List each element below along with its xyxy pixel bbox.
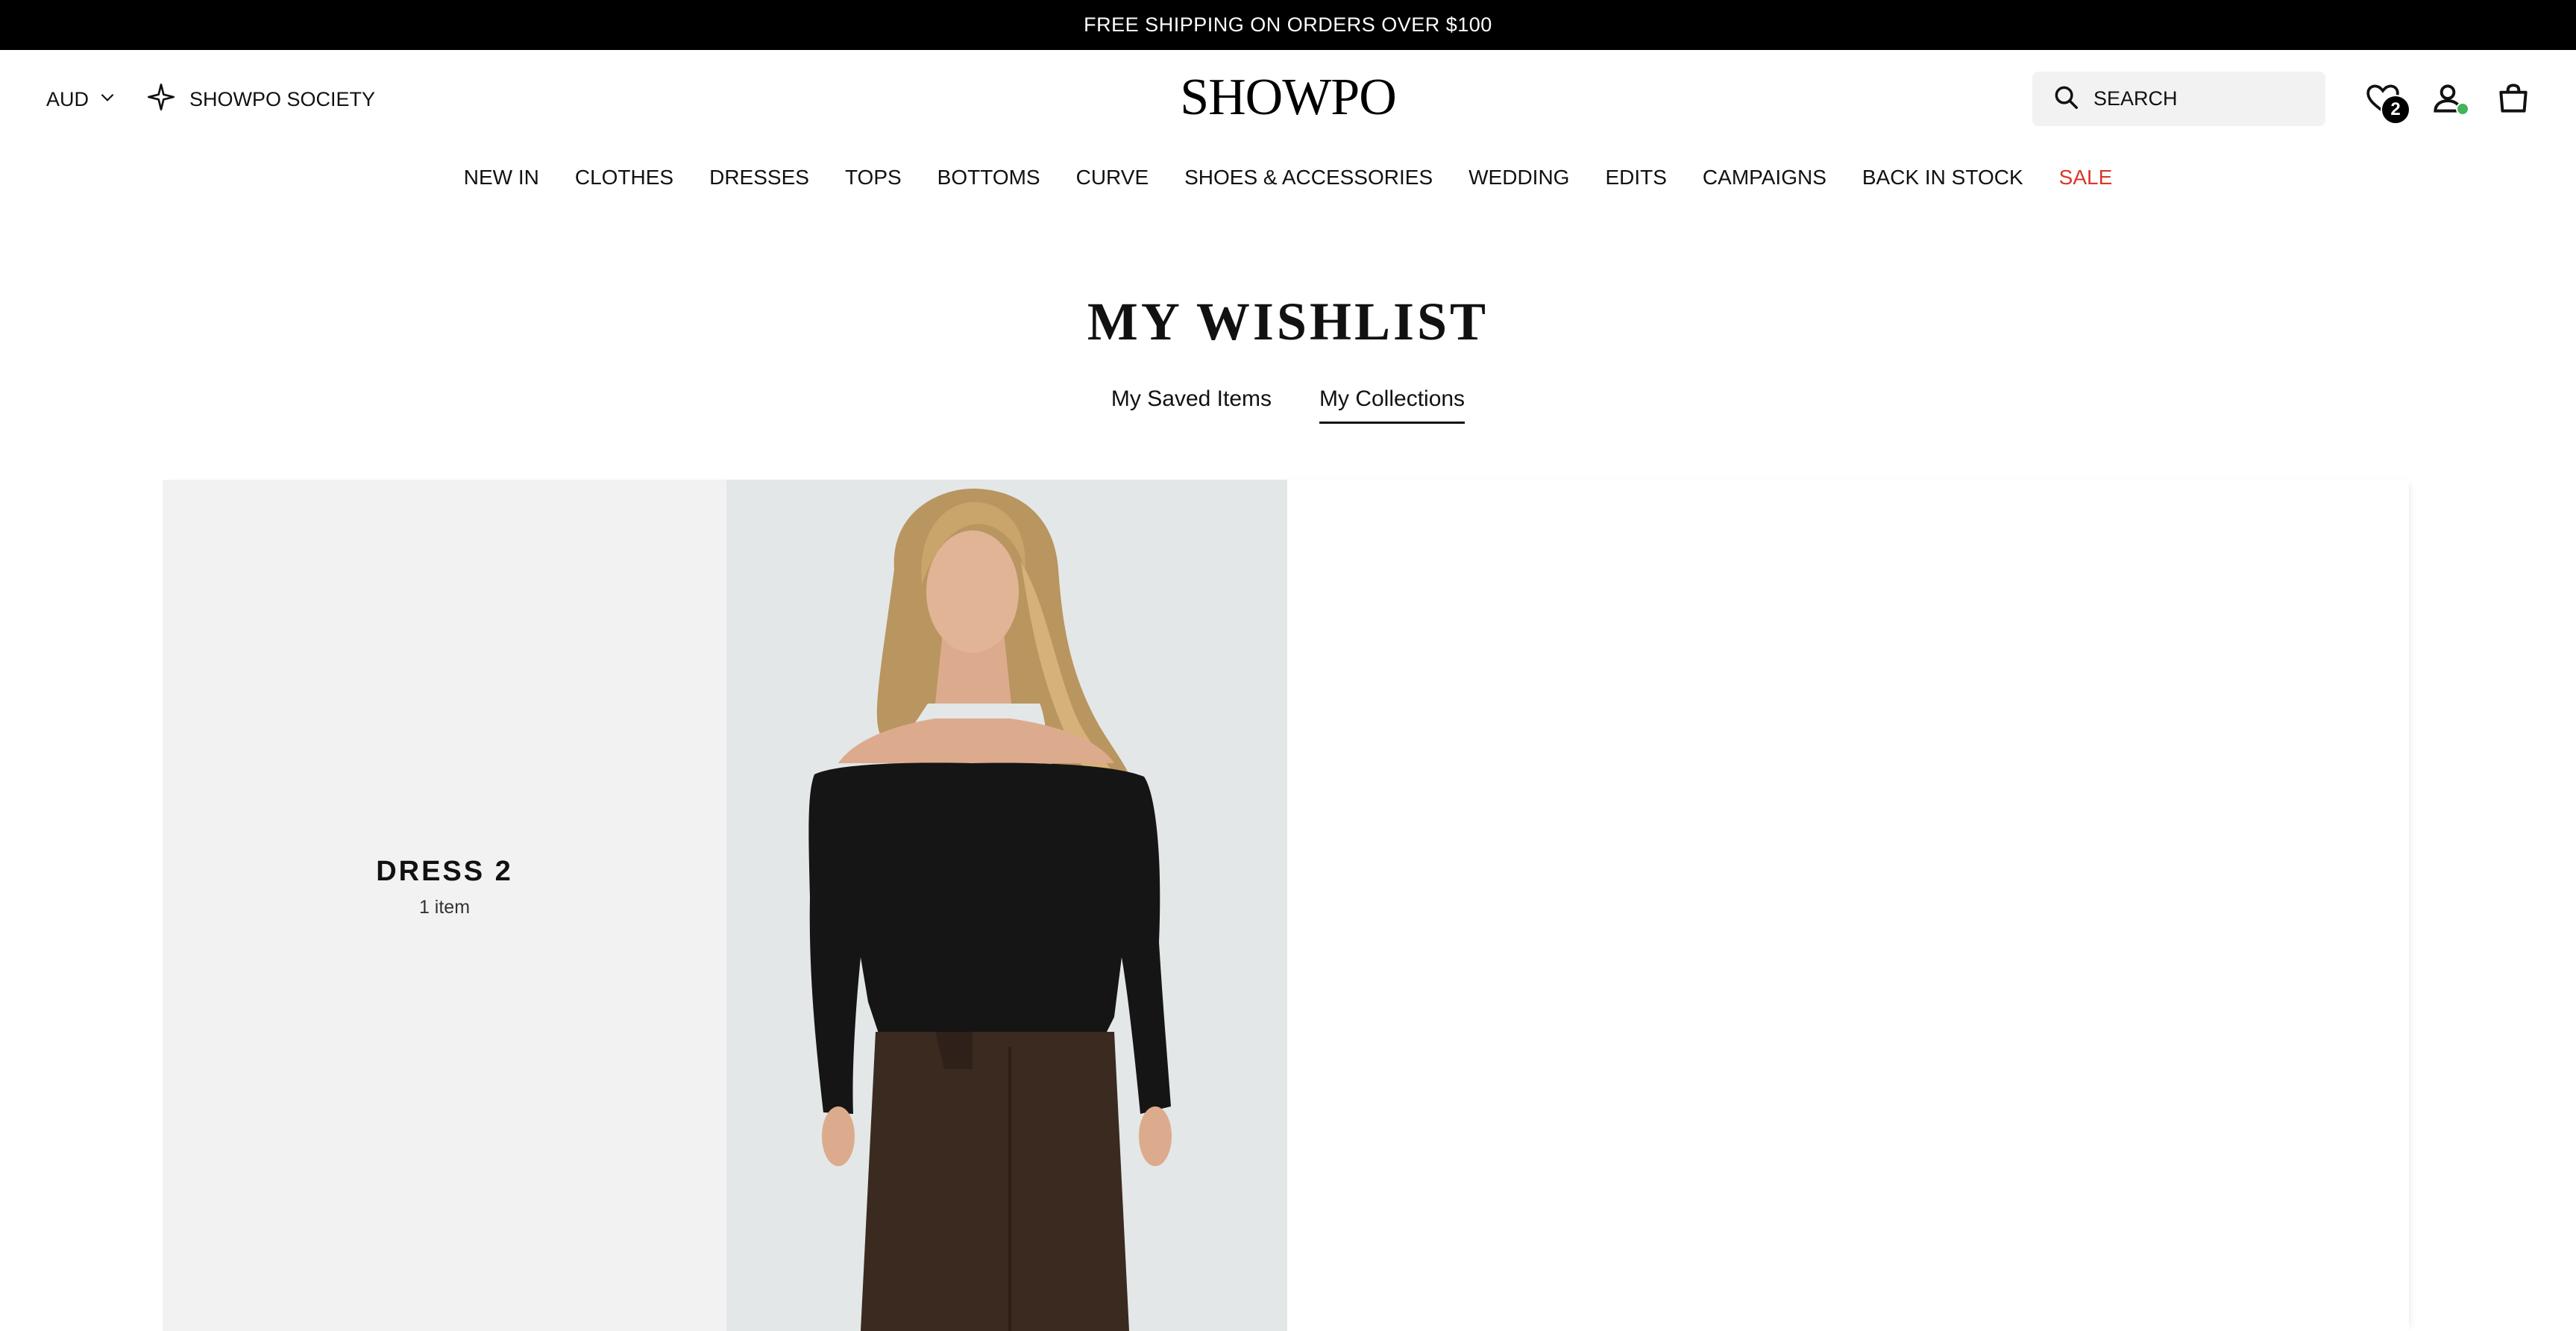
account-button[interactable]	[2429, 80, 2469, 117]
main-navigation: NEW IN CLOTHES DRESSES TOPS BOTTOMS CURV…	[0, 160, 2576, 195]
search-input[interactable]	[2093, 87, 2317, 110]
page-title: MY WISHLIST	[1087, 292, 1489, 351]
bag-icon	[2495, 84, 2532, 120]
sparkle-icon	[146, 82, 176, 117]
nav-item-new-in[interactable]: NEW IN	[464, 166, 539, 190]
collection-name: DRESS 2	[376, 855, 513, 887]
nav-item-campaigns[interactable]: CAMPAIGNS	[1703, 166, 1826, 190]
site-header: AUD SHOWPO SOCIETY SHOWPO 2	[0, 50, 2576, 145]
announcement-text: FREE SHIPPING ON ORDERS OVER $100	[1084, 13, 1492, 36]
tab-my-collections[interactable]: My Collections	[1319, 386, 1466, 424]
society-label: SHOWPO SOCIETY	[189, 87, 376, 110]
currency-label: AUD	[46, 87, 89, 110]
announcement-bar: FREE SHIPPING ON ORDERS OVER $100	[0, 0, 2576, 50]
chevron-down-icon	[98, 87, 117, 112]
search-box[interactable]	[2032, 72, 2325, 126]
online-status-dot	[2456, 102, 2469, 116]
nav-item-clothes[interactable]: CLOTHES	[575, 166, 673, 190]
nav-item-sale[interactable]: SALE	[2059, 166, 2113, 190]
nav-item-edits[interactable]: EDITS	[1605, 166, 1666, 190]
collection-item-count: 1 item	[418, 896, 471, 918]
collection-info: DRESS 2 1 item	[163, 480, 726, 1331]
nav-item-back-in-stock[interactable]: BACK IN STOCK	[1862, 166, 2023, 190]
nav-item-bottoms[interactable]: BOTTOMS	[937, 166, 1040, 190]
wishlist-button[interactable]: 2	[2364, 80, 2410, 125]
nav-item-curve[interactable]: CURVE	[1076, 166, 1149, 190]
collections-grid: DRESS 2 1 item	[163, 480, 2409, 1331]
wishlist-count-badge: 2	[2381, 95, 2410, 125]
showpo-society-link[interactable]: SHOWPO SOCIETY	[146, 83, 375, 116]
cart-button[interactable]	[2495, 80, 2532, 117]
nav-item-dresses[interactable]: DRESSES	[709, 166, 809, 190]
tab-my-saved-items[interactable]: My Saved Items	[1111, 386, 1272, 424]
nav-item-shoes-accessories[interactable]: SHOES & ACCESSORIES	[1184, 166, 1433, 190]
site-logo[interactable]: SHOWPO	[1044, 68, 1532, 128]
wishlist-tabs: My Saved Items My Collections	[0, 386, 2576, 424]
collection-card[interactable]: DRESS 2 1 item	[163, 480, 1287, 1331]
currency-selector[interactable]: AUD	[46, 84, 117, 114]
nav-item-wedding[interactable]: WEDDING	[1468, 166, 1569, 190]
collection-product-image	[726, 480, 1287, 1331]
nav-item-tops[interactable]: TOPS	[845, 166, 902, 190]
search-icon	[2052, 83, 2080, 115]
